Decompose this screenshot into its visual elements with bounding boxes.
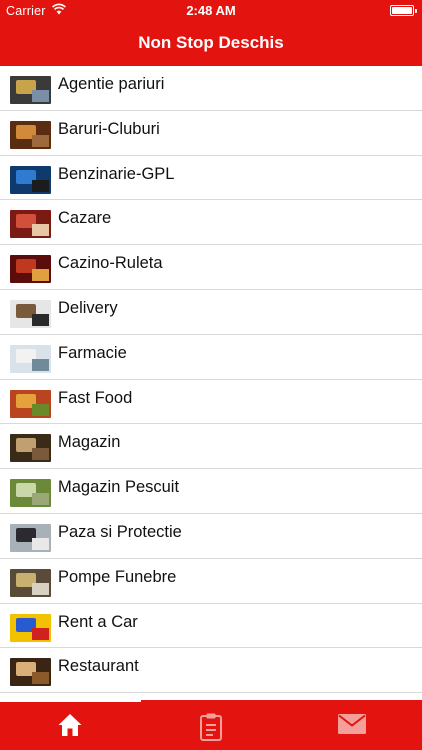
list-item-label: Farmacie [58,343,127,362]
tab-contact[interactable] [282,700,422,750]
home-icon [58,714,82,736]
category-thumbnail [10,434,51,463]
list-item[interactable]: Restaurant [0,648,422,694]
tab-bar [0,700,422,750]
list-item[interactable]: Paza si Protectie [0,514,422,559]
category-thumbnail [10,344,51,373]
category-thumbnail [10,76,51,104]
list-item[interactable]: Agentie pariuri [0,66,422,111]
list-item-label: Delivery [58,298,118,317]
status-time: 2:48 AM [186,3,236,18]
list-item-label: Paza si Protectie [58,522,182,541]
category-thumbnail [10,210,51,239]
list-item-label: Magazin [58,433,121,452]
list-item[interactable]: Pompe Funebre [0,559,422,604]
list-item[interactable]: Farmacie [0,335,422,380]
list-item[interactable]: Delivery [0,290,422,335]
list-item-label: Rent a Car [58,612,138,631]
category-thumbnail [10,568,51,597]
list-item-label: Magazin Pescuit [58,478,180,497]
tab-notes[interactable] [141,700,281,750]
category-thumbnail [10,613,51,642]
list-item[interactable]: Baruri-Cluburi [0,111,422,156]
list-item-label: Pompe Funebre [58,567,177,586]
list-item[interactable]: Benzinarie-GPL [0,156,422,201]
category-thumbnail [10,389,51,418]
list-item[interactable]: Cazare [0,200,422,246]
list-item-label: Cazino-Ruleta [58,254,163,273]
clipboard-icon [200,713,222,741]
list-item-label: Restaurant [58,657,139,676]
category-thumbnail [10,523,51,552]
category-thumbnail [10,299,51,328]
battery-icon [390,5,417,16]
mail-icon [338,714,366,734]
list-item-label: Benzinarie-GPL [58,164,175,183]
status-bar: Carrier 2:48 AM [0,0,422,22]
list-item-label: Agentie pariuri [58,75,165,93]
category-list[interactable]: Agentie pariuri Baruri-Cluburi Benzinarie-… [0,66,422,700]
list-item[interactable]: Rent a Car [0,604,422,649]
category-thumbnail [10,255,51,284]
list-item[interactable]: Magazin [0,424,422,470]
category-thumbnail [10,658,51,687]
list-item[interactable]: Magazin Pescuit [0,469,422,514]
list-item[interactable]: Fast Food [0,380,422,425]
category-thumbnail [10,479,51,508]
header: Carrier 2:48 AM Non Stop Deschis [0,0,422,66]
app-screen: Carrier 2:48 AM Non Stop Deschis Agentie… [0,0,422,750]
tab-home[interactable] [0,700,140,750]
list-item-label: Baruri-Cluburi [58,119,160,138]
list-item-label: Cazare [58,209,112,228]
category-thumbnail [10,120,51,149]
list-item-label: Fast Food [58,388,133,407]
list-item[interactable]: Cazino-Ruleta [0,245,422,290]
category-thumbnail [10,165,51,194]
page-title: Non Stop Deschis [138,33,284,52]
